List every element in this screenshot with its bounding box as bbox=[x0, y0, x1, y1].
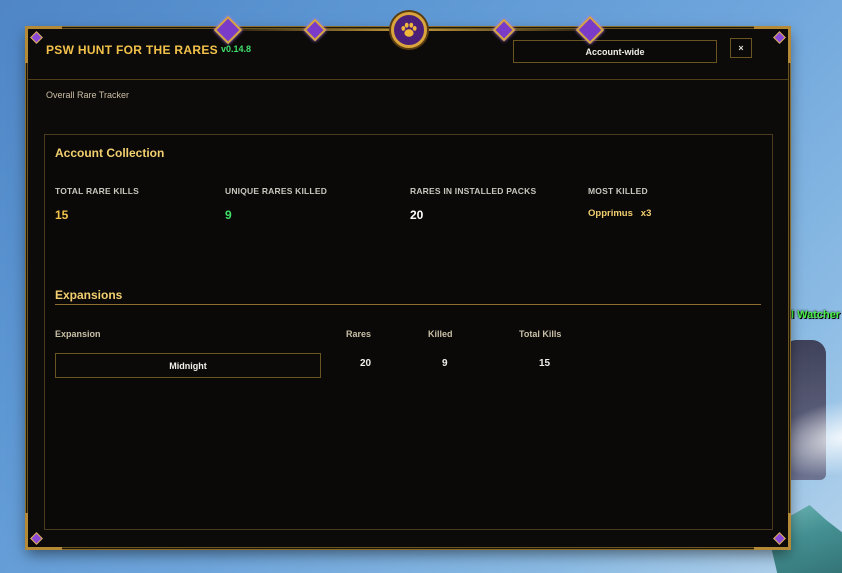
background-nameplate: ll Watcher bbox=[788, 309, 841, 321]
purple-gem-icon bbox=[773, 532, 786, 545]
column-header-killed: Killed bbox=[428, 329, 453, 339]
purple-gem-icon bbox=[30, 532, 43, 545]
column-header-total-kills: Total Kills bbox=[519, 329, 562, 339]
stat-label-unique-kills: UNIQUE RARES KILLED bbox=[225, 186, 328, 196]
stat-label-most-killed: MOST KILLED bbox=[588, 186, 648, 196]
close-button[interactable]: × bbox=[730, 38, 752, 58]
stat-value-total-kills: 15 bbox=[55, 208, 69, 222]
stat-value-installed-rares: 20 bbox=[410, 208, 424, 222]
title-bar[interactable]: PSW HUNT FOR THE RARES v0.14.8 Account-w… bbox=[28, 29, 788, 80]
rare-tracker-window: PSW HUNT FOR THE RARES v0.14.8 Account-w… bbox=[25, 12, 791, 550]
column-header-expansion: Expansion bbox=[55, 329, 101, 339]
close-icon: × bbox=[738, 43, 744, 53]
page-subtitle: Overall Rare Tracker bbox=[46, 90, 130, 100]
section-divider bbox=[55, 304, 761, 305]
account-collection-heading: Account Collection bbox=[55, 146, 165, 160]
window-title: PSW HUNT FOR THE RARES bbox=[46, 43, 218, 57]
stat-label-total-kills: TOTAL RARE KILLS bbox=[55, 186, 139, 196]
expansion-total-kills-value: 15 bbox=[539, 358, 551, 369]
expansion-row-midnight[interactable]: Midnight bbox=[55, 353, 321, 378]
content-panel: Account Collection TOTAL RARE KILLS 15 U… bbox=[44, 134, 773, 530]
stat-label-installed-rares: RARES IN INSTALLED PACKS bbox=[410, 186, 537, 196]
expansion-rares-value: 20 bbox=[360, 358, 372, 369]
expansion-name: Midnight bbox=[169, 360, 207, 371]
scope-dropdown[interactable]: Account-wide bbox=[513, 40, 717, 63]
scope-dropdown-label: Account-wide bbox=[585, 46, 645, 57]
expansions-heading: Expansions bbox=[55, 288, 123, 302]
expansion-killed-value: 9 bbox=[442, 358, 448, 369]
stat-value-most-killed: Opprimus x3 bbox=[588, 208, 652, 219]
stat-value-unique-kills: 9 bbox=[225, 208, 232, 222]
column-header-rares: Rares bbox=[346, 329, 372, 339]
version-label: v0.14.8 bbox=[221, 44, 252, 54]
